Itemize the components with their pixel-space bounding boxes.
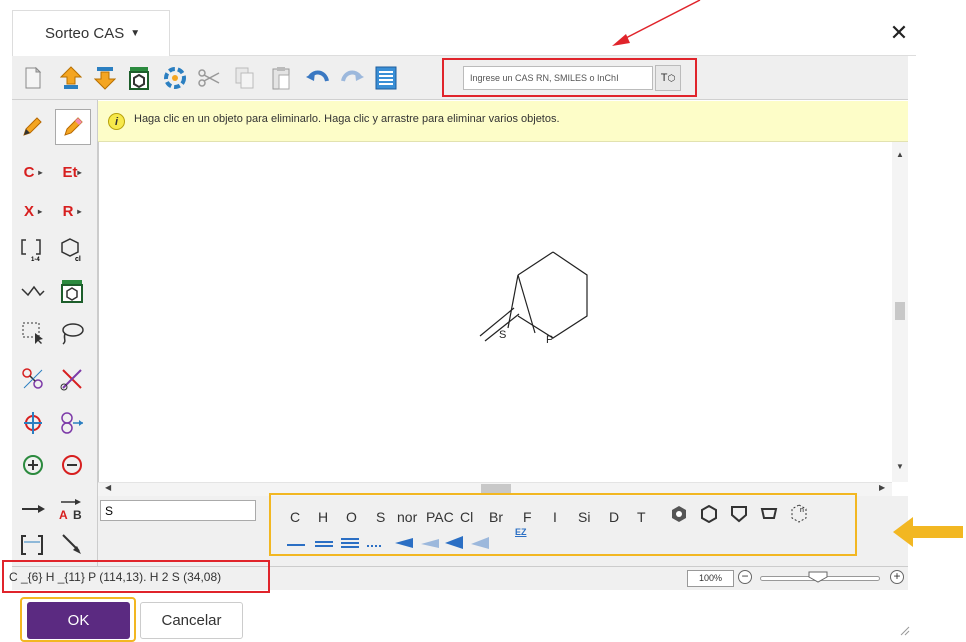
zoom-level[interactable]: 100%: [687, 570, 734, 587]
bond-hash-wedge-icon: [421, 539, 439, 548]
molecule-structure[interactable]: S P: [98, 142, 892, 482]
element-s[interactable]: S: [376, 509, 385, 525]
scroll-up-icon[interactable]: ▲: [896, 150, 904, 159]
zoom-slider-thumb[interactable]: [808, 571, 828, 583]
atom-label-p: P: [546, 334, 553, 346]
atom-symbol-input[interactable]: [100, 500, 256, 521]
bond-cut-icon[interactable]: [57, 364, 87, 394]
element-pac[interactable]: PAC: [426, 509, 454, 525]
bond-double-icon: [315, 541, 333, 547]
element-nor[interactable]: nor: [397, 509, 417, 525]
ring-hexagon-icon[interactable]: [700, 505, 718, 523]
vertical-scroll-thumb[interactable]: [895, 302, 905, 320]
resize-handle[interactable]: [900, 626, 910, 636]
atom-label-s: S: [499, 329, 506, 341]
ring-aromatic-icon[interactable]: [670, 505, 688, 523]
scroll-left-icon[interactable]: ◀: [105, 483, 111, 492]
ring-pentagon-icon[interactable]: [730, 505, 748, 523]
template-icon[interactable]: [126, 64, 152, 92]
element-br[interactable]: Br: [489, 509, 503, 525]
stereo-icon[interactable]: [18, 408, 48, 438]
element-f[interactable]: F: [523, 509, 532, 525]
orbit-icon[interactable]: [162, 64, 188, 92]
reaction-arrow-ab-icon[interactable]: AB: [57, 494, 87, 524]
bond-wide-wedge-icon: [445, 536, 463, 549]
pencil-icon[interactable]: [17, 112, 47, 142]
cut-icon[interactable]: [196, 64, 222, 92]
annotation-arrow-orange: [893, 517, 963, 547]
bond-wedge-tool-icon[interactable]: [57, 532, 87, 556]
info-message: Haga clic en un objeto para eliminarlo. …: [134, 113, 560, 125]
import-icon[interactable]: [58, 64, 84, 92]
redo-icon[interactable]: [340, 64, 366, 92]
bond-wide-hash-icon: [471, 537, 489, 549]
reaction-arrow-icon[interactable]: [18, 494, 48, 524]
halogen-label: X: [23, 202, 34, 220]
ring-square-icon[interactable]: [760, 505, 778, 523]
dialog-title: Sorteo CAS: [45, 25, 125, 42]
new-document-icon[interactable]: [20, 64, 46, 92]
close-button[interactable]: ✕: [888, 20, 910, 46]
lasso-icon[interactable]: [57, 318, 87, 348]
repeat-group-icon[interactable]: 1-4: [18, 234, 48, 264]
bond-palette: [287, 536, 489, 549]
svg-text:B: B: [73, 508, 82, 521]
ring-custom-icon[interactable]: n: [790, 503, 810, 523]
list-icon[interactable]: [373, 64, 399, 92]
element-h[interactable]: H: [318, 509, 328, 525]
halogen-tool[interactable]: X ▸: [18, 196, 48, 226]
ethyl-group-tool[interactable]: Et ▸: [57, 157, 87, 187]
annotation-arrow-red: [612, 0, 701, 46]
ok-button[interactable]: OK: [27, 602, 130, 639]
bond-wedge-icon: [395, 538, 413, 548]
svg-text:A: A: [59, 508, 68, 521]
chevron-down-icon: ▼: [130, 28, 141, 39]
svg-text:n: n: [800, 507, 804, 514]
charge-plus-icon[interactable]: [18, 450, 48, 480]
carbon-label: C: [23, 163, 35, 181]
bond-ez-icon[interactable]: EZ: [515, 527, 527, 537]
info-icon: i: [108, 113, 125, 130]
element-cl[interactable]: Cl: [460, 509, 473, 525]
rgroup-tool[interactable]: R ▸: [57, 196, 87, 226]
paste-icon[interactable]: [268, 64, 294, 92]
chain-icon[interactable]: [18, 276, 48, 306]
copy-icon[interactable]: [232, 64, 258, 92]
bond-atom-map-icon[interactable]: [18, 364, 48, 394]
zoom-in-button[interactable]: +: [890, 570, 904, 584]
element-d[interactable]: D: [609, 509, 619, 525]
rgroup-label: R: [62, 202, 74, 220]
charge-minus-icon[interactable]: [57, 450, 87, 480]
molecular-formula: C _{6} H _{11} P (114,13). H 2 S (34,08): [9, 570, 222, 584]
cancel-button[interactable]: Cancelar: [140, 602, 243, 639]
element-o[interactable]: O: [346, 509, 357, 525]
reaction-map-icon[interactable]: [57, 408, 87, 438]
ethyl-label: Et: [62, 163, 78, 181]
svg-text:cl: cl: [75, 256, 81, 262]
undo-icon[interactable]: [304, 64, 330, 92]
scroll-down-icon[interactable]: ▼: [896, 462, 904, 471]
ring-fusion-icon[interactable]: [57, 276, 87, 306]
dialog-tab[interactable]: Sorteo CAS ▼: [12, 10, 170, 56]
element-si[interactable]: Si: [578, 509, 590, 525]
structure-search-input[interactable]: [463, 66, 653, 90]
select-rectangle-icon[interactable]: [18, 318, 48, 348]
repeat-label: 1-4: [31, 257, 40, 262]
element-c[interactable]: C: [290, 509, 300, 525]
carbon-atom-tool[interactable]: C ▸: [18, 157, 48, 187]
element-i[interactable]: I: [553, 509, 557, 525]
scroll-right-icon[interactable]: ▶: [879, 483, 885, 492]
bond-triple-icon: [341, 538, 359, 548]
text-structure-icon: T: [660, 72, 668, 84]
horizontal-scroll-thumb[interactable]: [481, 484, 511, 493]
text-to-structure-button[interactable]: T ⬡: [655, 65, 681, 91]
zoom-out-button[interactable]: −: [738, 570, 752, 584]
eraser-icon[interactable]: [55, 109, 91, 145]
ring-template-icon[interactable]: cl: [57, 234, 87, 264]
export-icon[interactable]: [92, 64, 118, 92]
bracket-icon[interactable]: [18, 532, 48, 556]
element-t[interactable]: T: [637, 509, 646, 525]
